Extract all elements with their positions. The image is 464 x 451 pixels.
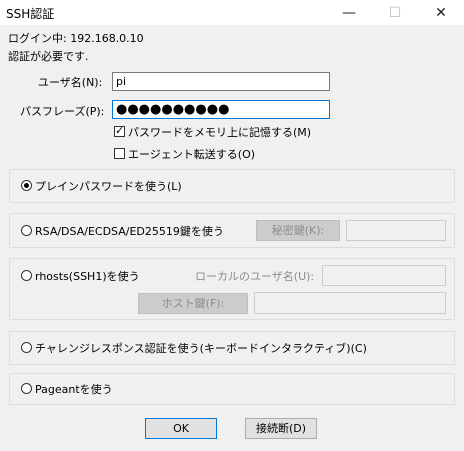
title-bar: SSH認証 — ☐ ✕ [0, 0, 464, 25]
passphrase-field[interactable]: ●●●●●●●●●● [112, 100, 330, 119]
plain-password-radio[interactable] [21, 180, 32, 191]
username-field[interactable]: pi [112, 72, 330, 91]
auth-required-text: 認証が必要です. [8, 50, 89, 63]
local-user-field [322, 265, 446, 286]
rsa-key-radio[interactable] [21, 225, 32, 236]
remember-password-checkbox[interactable]: ✓ [114, 124, 125, 137]
minimize-button[interactable]: — [326, 0, 372, 25]
maximize-icon: ☐ [388, 4, 402, 21]
challenge-response-label: チャレンジレスポンス認証を使う(キーボードインタラクティブ)(C) [35, 342, 367, 355]
rsa-key-label: RSA/DSA/ECDSA/ED25519鍵を使う [35, 225, 224, 238]
remember-password-label: パスワードをメモリ上に記憶する(M) [128, 126, 312, 139]
pageant-label: Pageantを使う [35, 383, 113, 396]
rhosts-radio[interactable] [21, 270, 32, 281]
username-label: ユーザ名(N): [38, 76, 103, 89]
agent-forwarding-label: エージェント転送する(O) [128, 148, 256, 161]
private-key-field [346, 220, 446, 241]
passphrase-label: パスフレーズ(P): [20, 105, 105, 118]
rhosts-label: rhosts(SSH1)を使う [35, 270, 140, 283]
local-user-label: ローカルのユーザ名(U): [195, 270, 315, 283]
login-status: ログイン中: 192.168.0.10 [8, 32, 144, 45]
close-button[interactable]: ✕ [418, 0, 464, 25]
window-title: SSH認証 [6, 7, 55, 21]
pageant-radio[interactable] [21, 383, 32, 394]
host-key-field [254, 292, 446, 314]
disconnect-button[interactable]: 接続断(D) [245, 418, 317, 439]
ok-button[interactable]: OK [145, 418, 217, 439]
close-icon: ✕ [435, 4, 447, 21]
checkmark-icon: ✓ [115, 124, 125, 137]
host-key-button: ホスト鍵(F): [138, 293, 248, 314]
minimize-icon: — [342, 4, 356, 21]
challenge-response-radio[interactable] [21, 342, 32, 353]
private-key-button: 秘密鍵(K): [256, 220, 340, 241]
plain-password-label: プレインパスワードを使う(L) [35, 180, 182, 193]
maximize-button: ☐ [372, 0, 418, 25]
agent-forwarding-checkbox[interactable] [114, 148, 125, 159]
